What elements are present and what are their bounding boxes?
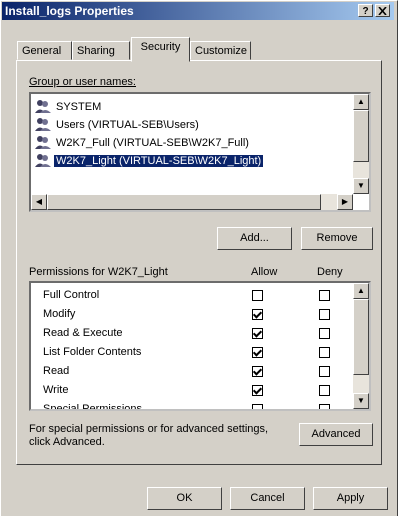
close-button[interactable]	[375, 4, 390, 17]
user-item-system[interactable]: SYSTEM	[35, 98, 103, 116]
hscroll-thumb[interactable]	[47, 194, 321, 210]
properties-dialog: Install_logs Properties ? General Sharin…	[0, 0, 398, 516]
tab-sharing[interactable]: Sharing	[72, 41, 130, 60]
user-item-label: W2K7_Full (VIRTUAL-SEB\W2K7_Full)	[56, 137, 249, 149]
permissions-list[interactable]: Full Control Modify Read & Execute List …	[29, 281, 371, 411]
deny-checkbox-read-execute[interactable]	[319, 328, 330, 339]
advanced-hint-line1: For special permissions or for advanced …	[29, 423, 269, 435]
scroll-down-button[interactable]: ▼	[353, 178, 369, 194]
advanced-hint-line2: click Advanced.	[29, 436, 105, 448]
deny-checkbox-modify[interactable]	[319, 309, 330, 320]
remove-button[interactable]: Remove	[301, 227, 373, 250]
users-group-icon	[35, 118, 51, 132]
allow-checkbox-full-control[interactable]	[252, 290, 263, 301]
deny-checkbox-full-control[interactable]	[319, 290, 330, 301]
deny-checkbox-special[interactable]	[319, 404, 330, 409]
scroll-thumb[interactable]	[353, 110, 369, 162]
user-list-hscroll[interactable]: ◀ ▶	[31, 194, 353, 210]
allow-checkbox-list-folder[interactable]	[252, 347, 263, 358]
tab-strip: General Sharing Security Customize	[1, 37, 397, 62]
perm-list-folder: List Folder Contents	[43, 346, 142, 358]
user-list[interactable]: SYSTEM Users (VIRTUAL-SEB\Users) W2K7_Fu…	[29, 92, 371, 212]
tab-customize[interactable]: Customize	[190, 41, 251, 60]
user-item-w2k7-full[interactable]: W2K7_Full (VIRTUAL-SEB\W2K7_Full)	[35, 134, 251, 152]
allow-checkbox-read[interactable]	[252, 366, 263, 377]
scroll-down-button[interactable]: ▼	[353, 393, 369, 409]
tab-general[interactable]: General	[17, 41, 72, 60]
allow-header: Allow	[251, 266, 278, 278]
perm-full-control: Full Control	[43, 289, 100, 301]
perm-write: Write	[43, 384, 69, 396]
scroll-up-button[interactable]: ▲	[353, 94, 369, 110]
permissions-label: Permissions for W2K7_Light	[29, 266, 168, 278]
scroll-thumb[interactable]	[353, 299, 369, 375]
user-item-w2k7-light[interactable]: W2K7_Light (VIRTUAL-SEB\W2K7_Light)	[35, 152, 265, 170]
allow-checkbox-read-execute[interactable]	[252, 328, 263, 339]
perm-special: Special Permissions	[43, 403, 143, 411]
group-user-label: Group or user names:	[29, 76, 136, 89]
deny-header: Deny	[317, 266, 343, 278]
deny-checkbox-write[interactable]	[319, 385, 330, 396]
allow-checkbox-modify[interactable]	[252, 309, 263, 320]
apply-button[interactable]: Apply	[313, 487, 388, 510]
group-user-label-text: Group or user names:	[29, 76, 136, 88]
title-bar[interactable]: Install_logs Properties ?	[2, 2, 394, 20]
user-item-label: Users (VIRTUAL-SEB\Users)	[56, 119, 199, 131]
close-icon	[378, 6, 387, 16]
scroll-up-button[interactable]: ▲	[353, 283, 369, 299]
user-item-label: SYSTEM	[56, 101, 102, 113]
users-group-icon	[35, 154, 51, 168]
scroll-right-button[interactable]: ▶	[337, 194, 353, 210]
user-item-label: W2K7_Light (VIRTUAL-SEB\W2K7_Light)	[52, 154, 265, 168]
perm-read-execute: Read & Execute	[43, 327, 123, 339]
help-button[interactable]: ?	[358, 4, 373, 17]
tab-security[interactable]: Security	[131, 37, 190, 62]
user-item-users[interactable]: Users (VIRTUAL-SEB\Users)	[35, 116, 201, 134]
users-group-icon	[35, 100, 51, 114]
allow-checkbox-write[interactable]	[252, 385, 263, 396]
advanced-button[interactable]: Advanced	[299, 423, 373, 446]
users-group-icon	[35, 136, 51, 150]
perm-read: Read	[43, 365, 70, 377]
deny-checkbox-read[interactable]	[319, 366, 330, 377]
deny-checkbox-list-folder[interactable]	[319, 347, 330, 358]
add-button[interactable]: Add...	[217, 227, 292, 250]
ok-button[interactable]: OK	[147, 487, 222, 510]
scroll-left-button[interactable]: ◀	[31, 194, 47, 210]
allow-checkbox-special[interactable]	[252, 404, 263, 409]
permissions-vscroll[interactable]: ▲ ▼	[353, 283, 369, 409]
window-title: Install_logs Properties	[5, 4, 134, 18]
user-list-vscroll[interactable]: ▲ ▼	[353, 94, 369, 194]
security-panel: Group or user names: SYSTEM Users (VIRTU…	[16, 60, 382, 465]
cancel-button[interactable]: Cancel	[230, 487, 305, 510]
perm-modify: Modify	[43, 308, 76, 320]
